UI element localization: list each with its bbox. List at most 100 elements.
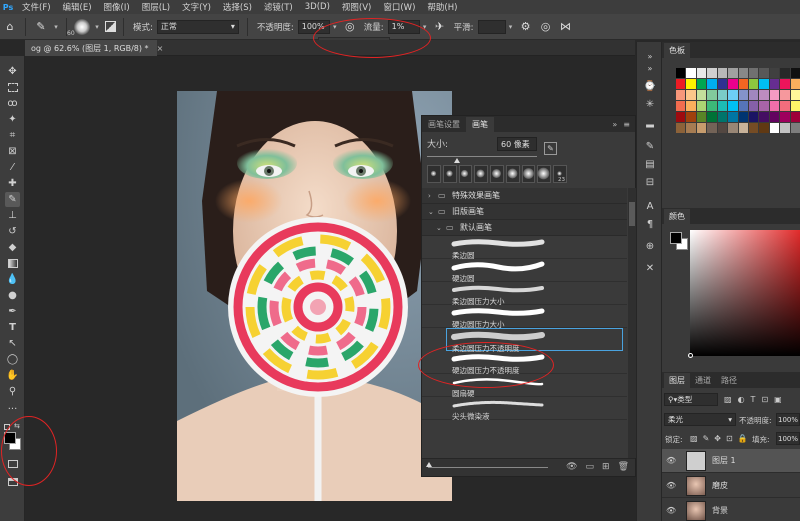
color-swatch[interactable] — [696, 90, 707, 100]
history-icon[interactable]: ⌚ — [642, 78, 658, 94]
size-slider-track[interactable] — [427, 156, 537, 157]
chevron-down-icon[interactable]: ▾ — [506, 20, 516, 34]
color-swatch[interactable] — [790, 68, 800, 78]
color-swatch[interactable] — [780, 112, 790, 122]
adjustments-icon[interactable]: ✳ — [642, 96, 658, 112]
move-tool-icon[interactable]: ✥ — [5, 64, 20, 79]
mode-dropdown[interactable]: 正常 ▾ — [156, 19, 239, 34]
layer-opacity-input[interactable]: 100% — [776, 413, 800, 426]
smoothing-input[interactable] — [477, 19, 506, 34]
preview-size-slider[interactable] — [428, 467, 548, 468]
brush-tool-icon[interactable]: ✎ — [31, 17, 51, 37]
marquee-tool-icon[interactable] — [5, 80, 20, 95]
color-swatch[interactable] — [769, 123, 780, 133]
color-swatch[interactable] — [769, 90, 780, 100]
brush-tip[interactable] — [474, 165, 489, 183]
color-swatch[interactable] — [728, 79, 738, 89]
brush-tip[interactable] — [537, 165, 552, 183]
preview-size-thumb[interactable] — [426, 462, 432, 467]
color-swatch[interactable] — [780, 101, 790, 111]
brush-preset-item[interactable]: 柔边圆压力大小 — [422, 282, 627, 306]
color-swatch[interactable] — [748, 68, 759, 78]
lock-pixels-icon[interactable]: ✎ — [703, 434, 710, 443]
type-filter-icon[interactable]: T — [751, 395, 756, 404]
tab-paths[interactable]: 路径 — [716, 373, 742, 388]
brush-settings-toggle-icon[interactable] — [102, 17, 118, 37]
brush-settings-icon[interactable]: ▤ — [642, 156, 658, 172]
color-swatch[interactable] — [738, 112, 748, 122]
brush-preset-item[interactable]: 柔边圆 — [422, 236, 627, 260]
panel-menu-icon[interactable]: ≡ — [623, 120, 630, 129]
color-swatch[interactable] — [769, 101, 780, 111]
collapse-icon[interactable]: » — [642, 60, 658, 76]
color-picker-cursor[interactable] — [688, 353, 693, 358]
brush-tip[interactable] — [442, 165, 457, 183]
brush-group-special-effects[interactable]: › ▭ 特殊效果画笔 — [422, 188, 627, 204]
brush-tip[interactable] — [427, 165, 441, 183]
character-icon[interactable]: A — [642, 198, 658, 214]
color-swatch[interactable] — [717, 68, 728, 78]
new-group-icon[interactable]: ▭ — [586, 462, 595, 472]
color-swatch[interactable] — [696, 68, 707, 78]
brush-settings-icon[interactable]: ✎ — [544, 142, 557, 155]
brush-tool-icon[interactable]: ✎ — [5, 192, 20, 207]
color-swatch[interactable] — [738, 101, 748, 111]
color-swatch[interactable] — [676, 123, 686, 133]
menu-file[interactable]: 文件(F) — [16, 1, 57, 13]
eye-icon[interactable]: 👁 — [666, 456, 680, 465]
shape-filter-icon[interactable]: ⊡ — [761, 395, 768, 404]
color-swatch[interactable] — [707, 123, 717, 133]
presets-icon[interactable]: ⊟ — [642, 174, 658, 190]
color-swatch[interactable] — [780, 79, 790, 89]
menu-filter[interactable]: 滤镜(T) — [258, 1, 299, 13]
color-swatch[interactable] — [676, 101, 686, 111]
tab-swatches[interactable]: 色板 — [664, 43, 690, 58]
color-swatch[interactable] — [707, 101, 717, 111]
color-swatch[interactable] — [759, 112, 769, 122]
color-swatch[interactable] — [707, 90, 717, 100]
crop-tool-icon[interactable]: ⌗ — [5, 128, 20, 143]
blur-tool-icon[interactable]: 💧 — [5, 272, 20, 287]
color-swatch[interactable] — [728, 101, 738, 111]
color-swatch[interactable] — [696, 123, 707, 133]
chevron-down-icon[interactable]: ▾ — [92, 20, 102, 34]
brush-preset-item[interactable]: 硬边圆 — [422, 259, 627, 283]
color-swatch[interactable] — [738, 79, 748, 89]
brush-preset-picker[interactable] — [72, 17, 92, 37]
color-swatch[interactable] — [790, 112, 800, 122]
menu-type[interactable]: 文字(Y) — [176, 1, 217, 13]
brush-tip[interactable] — [505, 165, 520, 183]
pressure-size-icon[interactable]: ◎ — [536, 17, 556, 37]
fg-bg-preview[interactable] — [670, 232, 692, 254]
more-tools-icon[interactable]: ··· — [5, 402, 20, 417]
tab-brush-settings[interactable]: 画笔设置 — [422, 117, 466, 132]
color-swatch[interactable] — [707, 79, 717, 89]
size-input[interactable]: 60 像素 — [497, 137, 537, 151]
blend-mode-dropdown[interactable]: 柔光 ▾ — [664, 413, 736, 426]
color-swatch[interactable] — [686, 123, 696, 133]
color-swatch[interactable] — [790, 101, 800, 111]
color-swatch[interactable] — [728, 90, 738, 100]
lock-artboard-icon[interactable]: ⊡ — [726, 434, 733, 443]
adjustment-filter-icon[interactable]: ◐ — [738, 395, 745, 404]
airbrush-icon[interactable]: ✈ — [430, 17, 450, 37]
eye-icon[interactable]: 👁 — [666, 506, 680, 515]
chevron-down-icon[interactable]: ▾ — [51, 20, 61, 34]
layer-row[interactable]: 👁 图层 1 — [662, 449, 800, 473]
menu-window[interactable]: 窗口(W) — [377, 1, 421, 13]
color-swatch[interactable] — [790, 79, 800, 89]
menu-3d[interactable]: 3D(D) — [299, 2, 336, 12]
color-swatch[interactable] — [738, 68, 748, 78]
smart-filter-icon[interactable]: ▣ — [774, 395, 782, 404]
color-swatch[interactable] — [696, 101, 707, 111]
color-swatch[interactable] — [707, 68, 717, 78]
frame-tool-icon[interactable]: ⊠ — [5, 144, 20, 159]
new-brush-icon[interactable]: ⊞ — [602, 462, 610, 472]
color-swatch[interactable] — [717, 112, 728, 122]
brush-tip[interactable] — [458, 165, 473, 183]
color-swatch[interactable] — [759, 123, 769, 133]
color-swatch[interactable] — [676, 112, 686, 122]
color-swatch[interactable] — [769, 68, 780, 78]
toggle-preview-icon[interactable]: 👁 — [566, 462, 577, 472]
trash-icon[interactable]: 🗑 — [618, 462, 629, 472]
